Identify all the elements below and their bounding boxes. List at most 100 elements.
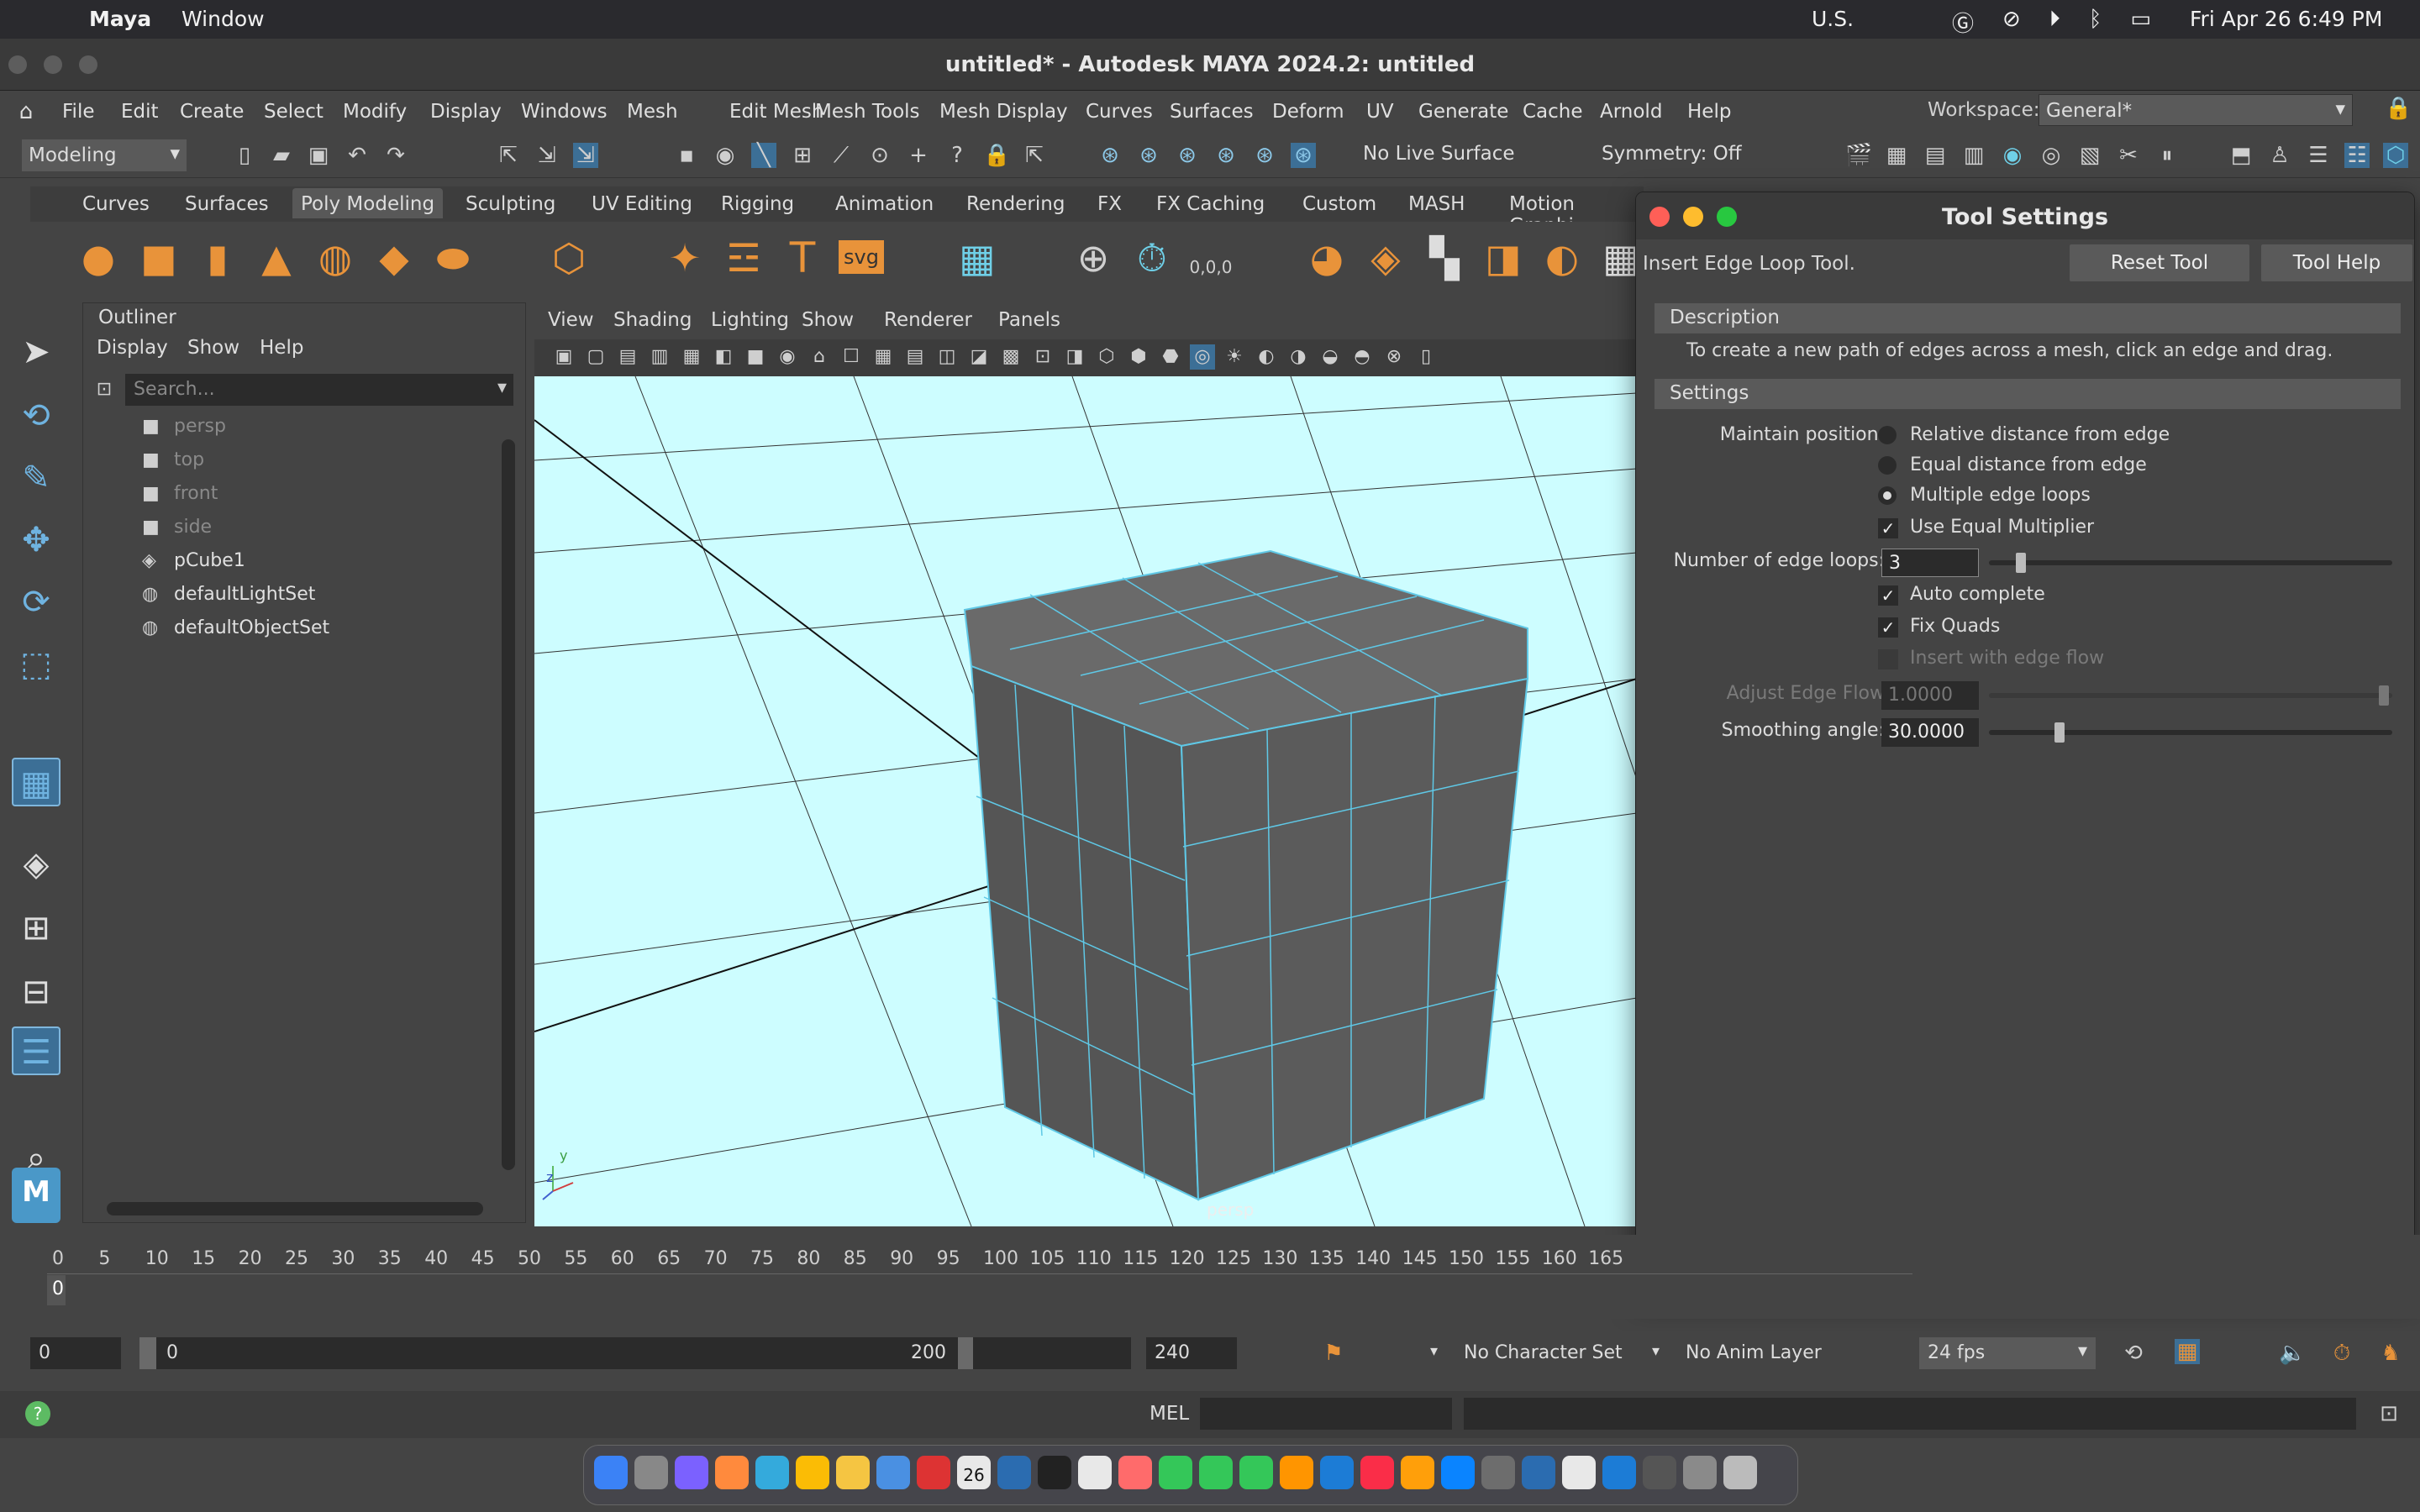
menu-edit[interactable]: Edit — [121, 101, 159, 123]
insert-with-edge-flow-checkbox[interactable] — [1878, 649, 1898, 669]
tool-settings-toggle-icon[interactable]: ☷ — [2344, 143, 2370, 168]
sound-icon[interactable]: 🔈 — [2279, 1341, 2306, 1366]
viewport-menu-panels[interactable]: Panels — [998, 309, 1060, 331]
camera-attributes-icon[interactable]: ▤ — [615, 344, 640, 370]
attribute-editor-icon[interactable]: ☰ — [2306, 143, 2331, 168]
two-d-pan-icon[interactable]: ◧ — [711, 344, 736, 370]
snap-curve-icon[interactable]: ⟋ — [829, 143, 854, 168]
lock-camera-icon[interactable]: ▢ — [583, 344, 608, 370]
outliner-persp-layout-icon[interactable]: ⊟ — [12, 968, 60, 1016]
menu-deform[interactable]: Deform — [1272, 101, 1344, 123]
menu-cache[interactable]: Cache — [1523, 101, 1583, 123]
motion-blur-icon[interactable]: ☀ — [1222, 344, 1247, 370]
viewport-3d-view[interactable]: y z persp — [534, 376, 1637, 1226]
workspace-dropdown[interactable]: General* ▾ — [2039, 94, 2353, 126]
new-scene-icon[interactable]: ▯ — [232, 143, 257, 168]
fix-quads-checkbox[interactable]: ✓ — [1878, 617, 1898, 638]
select-face-icon[interactable]: ◉ — [713, 143, 738, 168]
music-icon[interactable] — [1360, 1456, 1394, 1489]
tool-help-button[interactable]: Tool Help — [2261, 244, 2412, 281]
outliner-search-input[interactable]: Search... ▾ — [125, 374, 513, 406]
select-hierarchy-icon[interactable]: ⇱ — [496, 143, 521, 168]
modeling-toolkit-icon[interactable]: ⬒ — [2228, 143, 2254, 168]
xray-joints-icon[interactable]: ⊗ — [1381, 344, 1407, 370]
two-view-layout-icon[interactable]: ⊞ — [12, 904, 60, 953]
smooth-icon[interactable]: ◨ — [1481, 235, 1526, 281]
separate-icon[interactable]: ◈ — [1363, 235, 1408, 281]
viewport-menu-lighting[interactable]: Lighting — [711, 309, 789, 331]
mail-icon[interactable] — [876, 1456, 910, 1489]
smooth-shade-icon[interactable]: ⊡ — [1030, 344, 1055, 370]
sweep-mesh-icon[interactable]: ✦ — [662, 235, 708, 281]
outliner-menu-display[interactable]: Display — [97, 337, 168, 359]
auto-key-icon[interactable]: ⚑ — [1321, 1341, 1346, 1366]
poly-plane-icon[interactable]: ◆ — [371, 235, 417, 281]
poly-cone-icon[interactable]: ▲ — [254, 235, 299, 281]
menu-set-dropdown[interactable]: Modeling ▾ — [22, 139, 187, 171]
shelf-tab-animation[interactable]: Animation — [835, 193, 934, 215]
menu-arnold[interactable]: Arnold — [1600, 101, 1662, 123]
textured-icon[interactable]: ⬡ — [1094, 344, 1119, 370]
gate-mask-icon[interactable]: ▦ — [871, 344, 896, 370]
downloads-icon[interactable] — [1683, 1456, 1717, 1489]
poly-disc-icon[interactable]: ⬬ — [430, 235, 476, 281]
arnold-lights-icon[interactable]: ✂ — [2116, 143, 2141, 168]
outliner-vertical-scrollbar[interactable] — [502, 439, 515, 1170]
shelf-tab-uv-editing[interactable]: UV Editing — [592, 193, 692, 215]
depth-of-field-icon[interactable]: ◑ — [1286, 344, 1311, 370]
menu-curves[interactable]: Curves — [1086, 101, 1153, 123]
start-time-input[interactable]: 0 — [30, 1337, 121, 1369]
end-time-input[interactable]: 240 — [1146, 1337, 1237, 1369]
snap-grid-icon[interactable]: ⊞ — [790, 143, 815, 168]
image-plane-icon[interactable]: ▦ — [679, 344, 704, 370]
snap-surface-magnet-icon[interactable]: ⊛ — [1252, 143, 1277, 168]
render-view-icon[interactable]: 🎬 — [1845, 143, 1872, 168]
symmetry-dropdown[interactable]: Symmetry: Off — [1602, 143, 1742, 165]
bluetooth-icon[interactable]: ᛒ — [2089, 7, 2102, 38]
ipr-icon[interactable]: ▤ — [1923, 143, 1948, 168]
outliner-item-defaultobjectset[interactable]: ◍ defaultObjectSet — [142, 617, 329, 638]
cache-playback-icon[interactable]: ▦ — [2175, 1339, 2200, 1364]
reset-transform-icon[interactable]: 0,0,0 — [1188, 235, 1234, 281]
outliner-menu-show[interactable]: Show — [187, 337, 239, 359]
app-menu-maya[interactable]: Maya — [89, 7, 151, 31]
shelf-tab-mash[interactable]: MASH — [1408, 193, 1465, 215]
grid-icon[interactable]: ▦ — [955, 235, 1000, 281]
poly-cube-icon[interactable]: ■ — [136, 235, 182, 281]
chrome-icon[interactable] — [796, 1456, 829, 1489]
chevron-down-icon[interactable]: ▾ — [1652, 1342, 1660, 1360]
wireframe-icon[interactable]: ▩ — [998, 344, 1023, 370]
arnold-ipr-icon[interactable]: ▧ — [2077, 143, 2102, 168]
settings-section-header[interactable]: Settings — [1655, 379, 2401, 409]
field-chart-icon[interactable]: ▤ — [902, 344, 928, 370]
safe-title-icon[interactable]: ◪ — [966, 344, 992, 370]
menu-create[interactable]: Create — [180, 101, 244, 123]
grammarly-icon[interactable]: Ⓖ — [1952, 7, 1974, 38]
num-edge-loops-slider[interactable] — [1989, 560, 2392, 565]
shelf-tab-fx-caching[interactable]: FX Caching — [1156, 193, 1265, 215]
pages-icon[interactable] — [1320, 1456, 1354, 1489]
script-editor-icon[interactable]: ⊡ — [2376, 1401, 2402, 1426]
select-component-icon[interactable]: ⇲ — [573, 143, 598, 168]
screen-space-ao-icon[interactable]: ◎ — [1190, 344, 1215, 370]
fps-dropdown[interactable]: 24 fps ▾ — [1919, 1337, 2096, 1369]
time-slider[interactable]: 0 5 10 15 20 25 30 35 40 45 50 55 60 65 70 75 80 85 90 95 10… — [0, 1235, 2420, 1319]
menu-edit-mesh[interactable]: Edit Mesh — [729, 101, 823, 123]
description-section-header[interactable]: Description — [1655, 303, 2401, 333]
boolean-icon[interactable]: ◐ — [1539, 235, 1585, 281]
shelf-tab-rigging[interactable]: Rigging — [721, 193, 794, 215]
preview-icon[interactable] — [1602, 1456, 1636, 1489]
render-frame-icon[interactable]: ▦ — [1884, 143, 1909, 168]
snap-view-icon[interactable]: + — [906, 143, 931, 168]
save-scene-icon[interactable]: ▣ — [306, 143, 331, 168]
keynote-icon[interactable] — [1280, 1456, 1313, 1489]
command-language-label[interactable]: MEL — [1150, 1403, 1189, 1425]
maya-dock-icon[interactable] — [1522, 1456, 1555, 1489]
menu-help[interactable]: Help — [1687, 101, 1731, 123]
shelf-tab-poly-modeling[interactable]: Poly Modeling — [292, 188, 444, 218]
viewport-menu-shading[interactable]: Shading — [613, 309, 692, 331]
smoothing-angle-slider-handle[interactable] — [2054, 722, 2065, 743]
apps-icon[interactable] — [715, 1456, 749, 1489]
snap-together-icon[interactable]: ⊛ — [1097, 143, 1123, 168]
photos-icon[interactable] — [1118, 1456, 1152, 1489]
